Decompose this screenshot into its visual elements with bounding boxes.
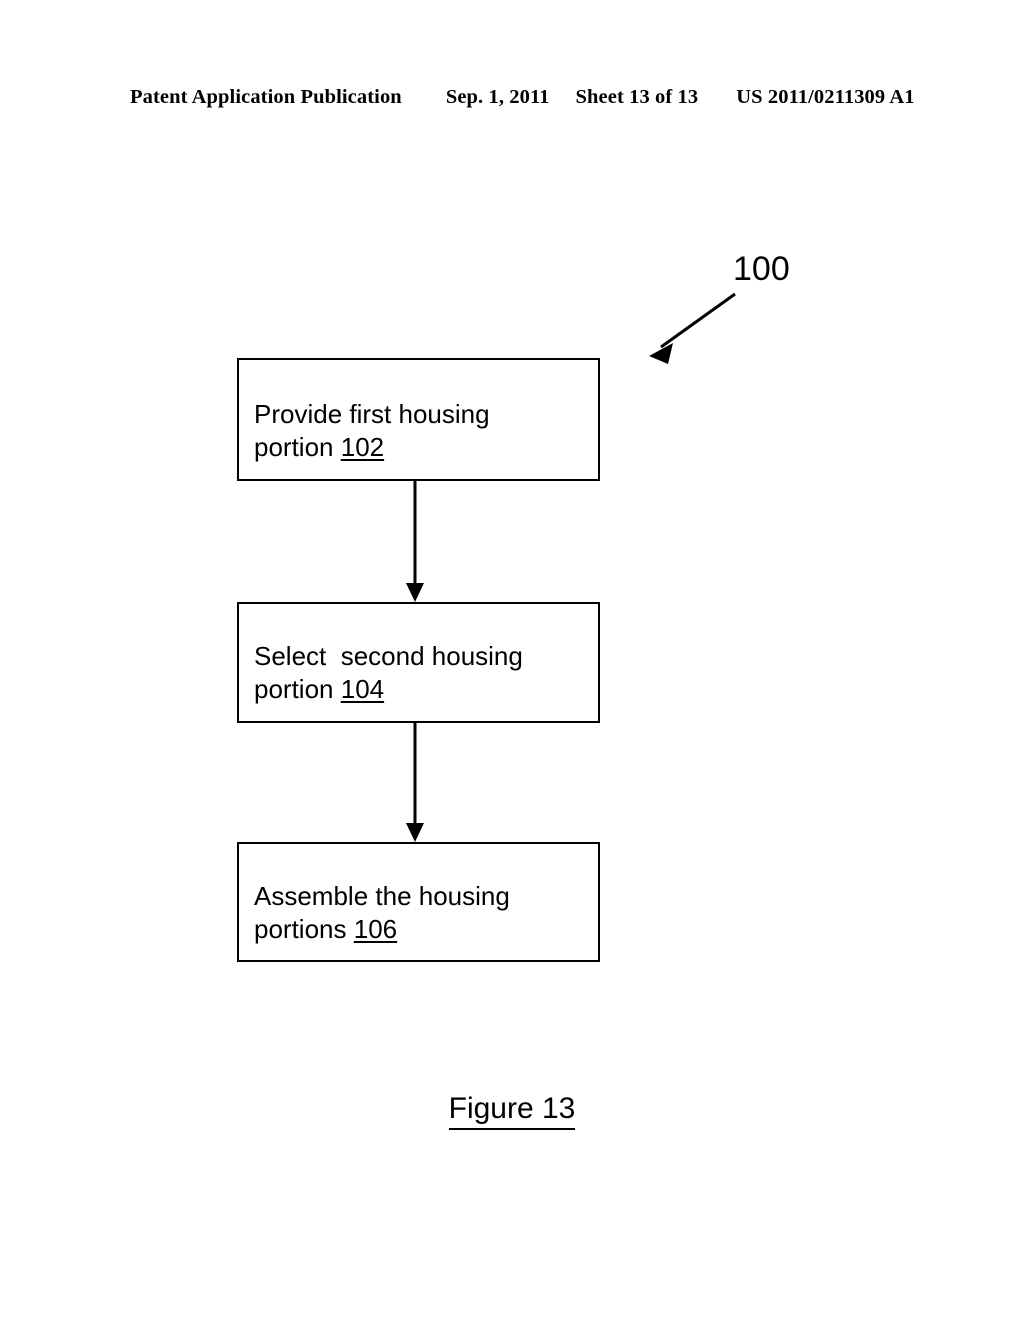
flow-step-104-line2-prefix: portion [254, 674, 341, 704]
reference-numeral-100: 100 [733, 250, 790, 288]
connector-102-to-104 [406, 481, 424, 602]
flow-step-106-line2-prefix: portions [254, 914, 354, 944]
flow-step-104-text: Select second housing portion 104 [254, 640, 592, 706]
leader-line-100 [649, 292, 736, 364]
flow-step-102-line2-prefix: portion [254, 432, 341, 462]
flow-step-106-reference-number: 106 [353, 914, 398, 944]
patent-drawing-page: Patent Application Publication Sep. 1, 2… [0, 0, 1024, 1320]
flow-step-102-line1: Provide first housing [254, 399, 490, 429]
figure-caption-label: Figure 13 [448, 1091, 576, 1130]
flow-step-104-reference-number: 104 [340, 674, 385, 704]
flow-step-104-line1: Select second housing [254, 641, 523, 671]
connector-104-to-106 [406, 723, 424, 842]
flow-step-assemble-the-housing-portions: Assemble the housing portions 106 [237, 842, 600, 962]
flow-step-select-second-housing-portion: Select second housing portion 104 [237, 602, 600, 723]
figure-caption: Figure 13 [0, 1091, 1024, 1130]
flow-step-provide-first-housing-portion: Provide first housing portion 102 [237, 358, 600, 481]
flow-step-102-text: Provide first housing portion 102 [254, 398, 592, 464]
flow-step-106-text: Assemble the housing portions 106 [254, 880, 592, 946]
flow-step-106-line1: Assemble the housing [254, 881, 510, 911]
flow-step-102-reference-number: 102 [340, 432, 385, 462]
